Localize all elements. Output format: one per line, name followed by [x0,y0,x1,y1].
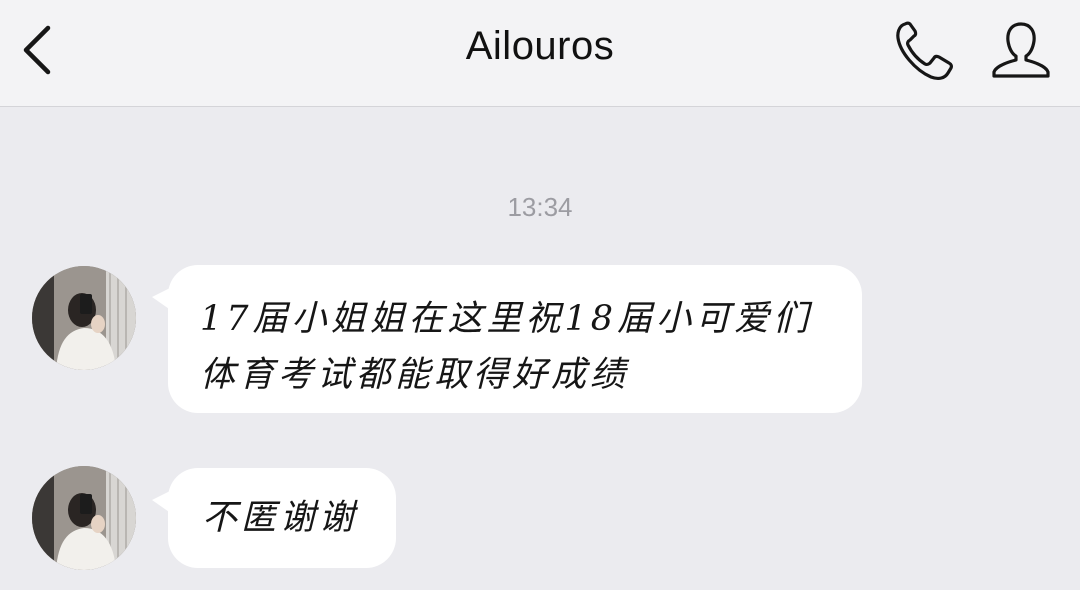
avatar[interactable] [32,466,136,570]
chat-screen: Ailouros 13:34 17届小姐姐在这里祝18届小可爱们 体育考试都能取… [0,0,1080,590]
call-button[interactable] [893,16,963,84]
message-timestamp: 13:34 [507,192,573,222]
avatar-photo [32,266,136,370]
message-bubble[interactable]: 不匿谢谢 [152,468,396,568]
phone-icon [896,21,953,80]
person-icon [992,22,1050,78]
bubble-tail [152,490,172,514]
navigation-bar: Ailouros [0,0,1080,107]
bubble-tail [152,287,172,311]
profile-button[interactable] [988,18,1054,82]
avatar[interactable] [32,266,136,370]
message-text: 不匿谢谢 [202,498,359,538]
avatar-photo [32,466,136,570]
message-bubble[interactable]: 17届小姐姐在这里祝18届小可爱们 体育考试都能取得好成绩 [152,265,862,413]
message-text: 17届小姐姐在这里祝18届小可爱们 体育考试都能取得好成绩 [200,299,813,395]
